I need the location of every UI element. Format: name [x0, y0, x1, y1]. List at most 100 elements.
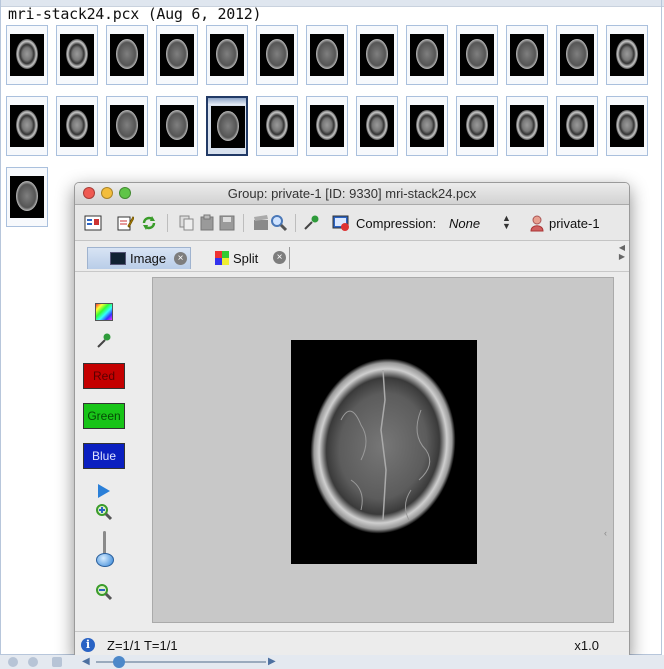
zoom-level: x1.0 [574, 638, 599, 653]
resize-handle-icon[interactable]: ‹ [604, 528, 607, 538]
brain-scan [566, 39, 588, 69]
save-icon[interactable] [217, 213, 237, 233]
toolbar-separator [167, 214, 168, 232]
brain-scan [116, 110, 138, 140]
copy-icon[interactable] [177, 213, 197, 233]
thumbnail[interactable] [306, 96, 348, 156]
thumbnail[interactable] [306, 25, 348, 85]
thumbnail[interactable] [156, 25, 198, 85]
thumbnail[interactable] [356, 96, 398, 156]
thumbnail-image [310, 34, 344, 76]
tab-image[interactable]: Image × [87, 247, 191, 269]
thumbnail[interactable] [56, 96, 98, 156]
brain-scan [166, 39, 188, 69]
z-t-position: Z=1/1 T=1/1 [107, 638, 178, 653]
close-tab-icon[interactable]: × [273, 251, 286, 264]
tab-split[interactable]: Split × [203, 247, 290, 269]
thumbnail-image [10, 34, 44, 76]
compression-label: Compression: [356, 216, 437, 231]
thumbnail[interactable] [206, 25, 248, 85]
brain-scan [16, 39, 38, 69]
thumbnail[interactable] [506, 96, 548, 156]
thumbnail[interactable] [556, 96, 598, 156]
select-arrows-icon[interactable]: ▲ ▼ [502, 214, 511, 231]
thumbnail-image [10, 105, 44, 147]
status-bar: i Z=1/1 T=1/1 x1.0 [75, 631, 629, 657]
green-channel-button[interactable]: Green [83, 403, 125, 429]
thumbnail[interactable] [6, 167, 48, 227]
brain-scan [616, 39, 638, 69]
paste-icon[interactable] [197, 213, 217, 233]
thumbnail[interactable] [456, 25, 498, 85]
thumbnail-image [560, 105, 594, 147]
thumbnail-image [211, 106, 245, 148]
thumbnail-image [460, 34, 494, 76]
zoom-in-icon[interactable] [95, 503, 113, 524]
thumbnail-image [260, 34, 294, 76]
thumbnail[interactable] [106, 96, 148, 156]
magnifier-icon[interactable] [269, 213, 289, 233]
thumbnail[interactable] [106, 25, 148, 85]
zoom-in-small-icon[interactable] [28, 657, 38, 667]
mri-image [291, 340, 477, 564]
info-icon[interactable]: i [81, 638, 95, 652]
clapper-icon[interactable] [251, 213, 271, 233]
thumbnail-size-knob[interactable] [113, 656, 125, 668]
blue-channel-button[interactable]: Blue [83, 443, 125, 469]
thumbnail[interactable] [406, 96, 448, 156]
thumbnail-image [510, 34, 544, 76]
thumbnail[interactable] [6, 96, 48, 156]
red-channel-button[interactable]: Red [83, 363, 125, 389]
thumbnail-image [210, 34, 244, 76]
toolbar-separator [295, 214, 296, 232]
thumbnail[interactable] [506, 25, 548, 85]
color-palette-icon[interactable] [95, 303, 113, 321]
toolbar: Compression: None ▲ ▼ private-1 [75, 205, 629, 241]
thumbnail[interactable] [56, 25, 98, 85]
slider-right-icon[interactable]: ▶ [268, 656, 276, 667]
thumbnail-image [460, 105, 494, 147]
thumbnail[interactable] [356, 25, 398, 85]
zoom-out-small-icon[interactable] [8, 657, 18, 667]
refresh-icon[interactable] [139, 213, 159, 233]
image-canvas[interactable]: ‹ [152, 277, 614, 623]
close-tab-icon[interactable]: × [174, 252, 187, 265]
thumbnail-image [160, 34, 194, 76]
brain-scan [466, 110, 488, 140]
thumbnail[interactable] [206, 96, 248, 156]
thumbnail[interactable] [606, 25, 648, 85]
tab-scroll-arrows-icon[interactable]: ◀ ▶ [619, 243, 625, 261]
settings-small-icon[interactable] [52, 657, 62, 667]
thumbnail-image [610, 105, 644, 147]
slider-left-icon[interactable]: ◀ [82, 656, 90, 667]
brain-scan [416, 110, 438, 140]
thumbnail-image [410, 105, 444, 147]
thumbnail[interactable] [406, 25, 448, 85]
title-bar[interactable]: Group: private-1 [ID: 9330] mri-stack24.… [75, 183, 629, 205]
brain-scan [66, 39, 88, 69]
channel-eyedropper-icon[interactable] [95, 331, 113, 352]
edit-annotation-icon[interactable] [115, 213, 135, 233]
zoom-slider-knob[interactable] [96, 553, 114, 567]
eyedropper-icon[interactable] [301, 213, 321, 233]
thumbnail[interactable] [256, 25, 298, 85]
info-panel-icon[interactable] [83, 213, 103, 233]
thumbnail[interactable] [456, 96, 498, 156]
thumbnail[interactable] [256, 96, 298, 156]
thumbnail[interactable] [606, 96, 648, 156]
play-icon[interactable] [97, 483, 111, 502]
thumbnail-image [310, 105, 344, 147]
zoom-out-icon[interactable] [95, 583, 113, 604]
brain-scan [366, 110, 388, 140]
brain-scan [66, 110, 88, 140]
stack-title: mri-stack24.pcx (Aug 6, 2012) [8, 5, 262, 23]
thumbnail[interactable] [556, 25, 598, 85]
thumbnail[interactable] [156, 96, 198, 156]
window-title: Group: private-1 [ID: 9330] mri-stack24.… [227, 186, 477, 201]
group-user-label[interactable]: private-1 [549, 216, 600, 231]
brain-scan [516, 110, 538, 140]
split-tab-icon [215, 251, 229, 265]
thumbnail[interactable] [6, 25, 48, 85]
brain-scan [216, 39, 238, 69]
compression-select[interactable]: None [449, 216, 480, 231]
